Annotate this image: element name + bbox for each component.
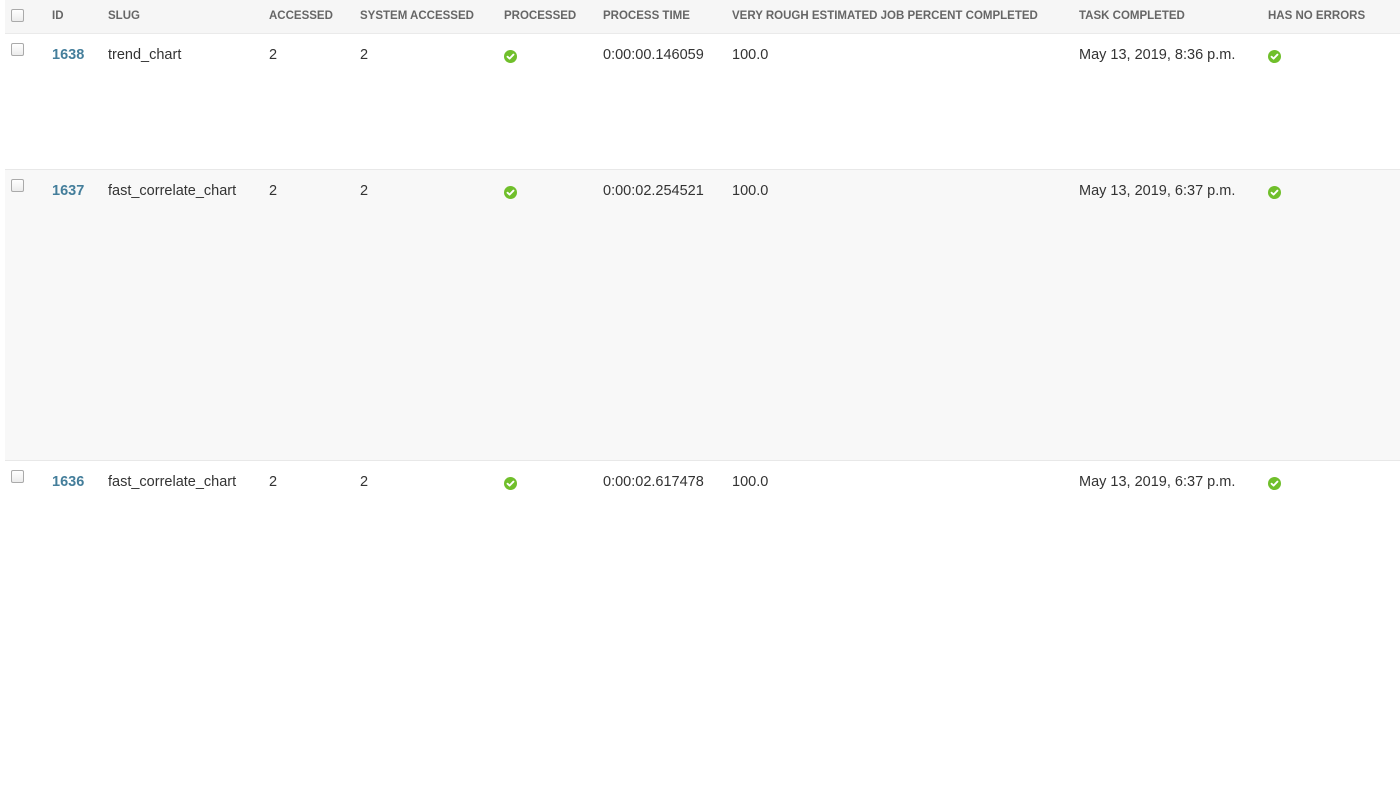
column-header-processed[interactable]: PROCESSED bbox=[498, 0, 597, 34]
has-no-errors-cell bbox=[1262, 460, 1400, 520]
column-header-task-completed[interactable]: TASK COMPLETED bbox=[1073, 0, 1262, 34]
results-list: ID SLUG ACCESSED SYSTEM ACCESSED PROCESS… bbox=[5, 0, 1400, 520]
column-header-id[interactable]: ID bbox=[46, 0, 102, 34]
processed-cell bbox=[498, 460, 597, 520]
column-header-system-accessed[interactable]: SYSTEM ACCESSED bbox=[354, 0, 498, 34]
row-select-cell bbox=[5, 460, 46, 520]
results-table: ID SLUG ACCESSED SYSTEM ACCESSED PROCESS… bbox=[5, 0, 1400, 520]
has-no-errors-cell bbox=[1262, 33, 1400, 169]
process-time-cell: 0:00:00.146059 bbox=[603, 46, 704, 63]
check-circle-icon bbox=[1268, 49, 1281, 63]
select-all-header bbox=[5, 0, 46, 34]
processed-cell bbox=[498, 33, 597, 169]
id-cell: 1638 bbox=[46, 33, 102, 169]
row-select-checkbox[interactable] bbox=[11, 469, 24, 483]
has-no-errors-cell bbox=[1262, 169, 1400, 460]
table-header-row: ID SLUG ACCESSED SYSTEM ACCESSED PROCESS… bbox=[5, 0, 1400, 34]
system-accessed-cell: 2 bbox=[360, 182, 369, 199]
record-id-link[interactable]: 1638 bbox=[52, 47, 84, 63]
record-id-link[interactable]: 1636 bbox=[52, 474, 84, 490]
slug-cell: fast_correlate_chart bbox=[108, 473, 237, 490]
table-row: 1636 fast_correlate_chart 2 2 0:00:02.61… bbox=[5, 460, 1400, 520]
process-time-cell: 0:00:02.617478 bbox=[603, 473, 704, 490]
system-accessed-cell: 2 bbox=[360, 473, 369, 490]
column-header-accessed[interactable]: ACCESSED bbox=[263, 0, 354, 34]
column-header-percent-completed[interactable]: VERY ROUGH ESTIMATED JOB PERCENT COMPLET… bbox=[726, 0, 1073, 34]
check-circle-icon bbox=[504, 49, 517, 63]
accessed-cell: 2 bbox=[269, 473, 278, 490]
column-header-slug[interactable]: SLUG bbox=[102, 0, 263, 34]
id-cell: 1637 bbox=[46, 169, 102, 460]
percent-completed-cell: 100.0 bbox=[732, 46, 769, 63]
check-circle-icon bbox=[1268, 476, 1281, 490]
processed-cell bbox=[498, 169, 597, 460]
check-circle-icon bbox=[504, 476, 517, 490]
record-id-link[interactable]: 1637 bbox=[52, 183, 84, 199]
task-completed-cell: May 13, 2019, 6:37 p.m. bbox=[1079, 182, 1236, 199]
table-row: 1637 fast_correlate_chart 2 2 0:00:02.25… bbox=[5, 169, 1400, 460]
check-circle-icon bbox=[504, 185, 517, 199]
column-header-has-no-errors[interactable]: HAS NO ERRORS bbox=[1262, 0, 1400, 34]
row-select-checkbox[interactable] bbox=[11, 42, 24, 56]
slug-cell: fast_correlate_chart bbox=[108, 182, 237, 199]
column-header-process-time[interactable]: PROCESS TIME bbox=[597, 0, 726, 34]
slug-cell: trend_chart bbox=[108, 46, 182, 63]
id-cell: 1636 bbox=[46, 460, 102, 520]
percent-completed-cell: 100.0 bbox=[732, 182, 769, 199]
select-all-checkbox[interactable] bbox=[11, 9, 24, 23]
row-select-cell bbox=[5, 169, 46, 460]
table-row: 1638 trend_chart 2 2 0:00:00.146059 100.… bbox=[5, 33, 1400, 169]
task-completed-cell: May 13, 2019, 8:36 p.m. bbox=[1079, 46, 1236, 63]
task-completed-cell: May 13, 2019, 6:37 p.m. bbox=[1079, 473, 1236, 490]
system-accessed-cell: 2 bbox=[360, 46, 369, 63]
accessed-cell: 2 bbox=[269, 182, 278, 199]
row-select-cell bbox=[5, 33, 46, 169]
percent-completed-cell: 100.0 bbox=[732, 473, 769, 490]
check-circle-icon bbox=[1268, 185, 1281, 199]
row-select-checkbox[interactable] bbox=[11, 178, 24, 192]
process-time-cell: 0:00:02.254521 bbox=[603, 182, 704, 199]
accessed-cell: 2 bbox=[269, 46, 278, 63]
